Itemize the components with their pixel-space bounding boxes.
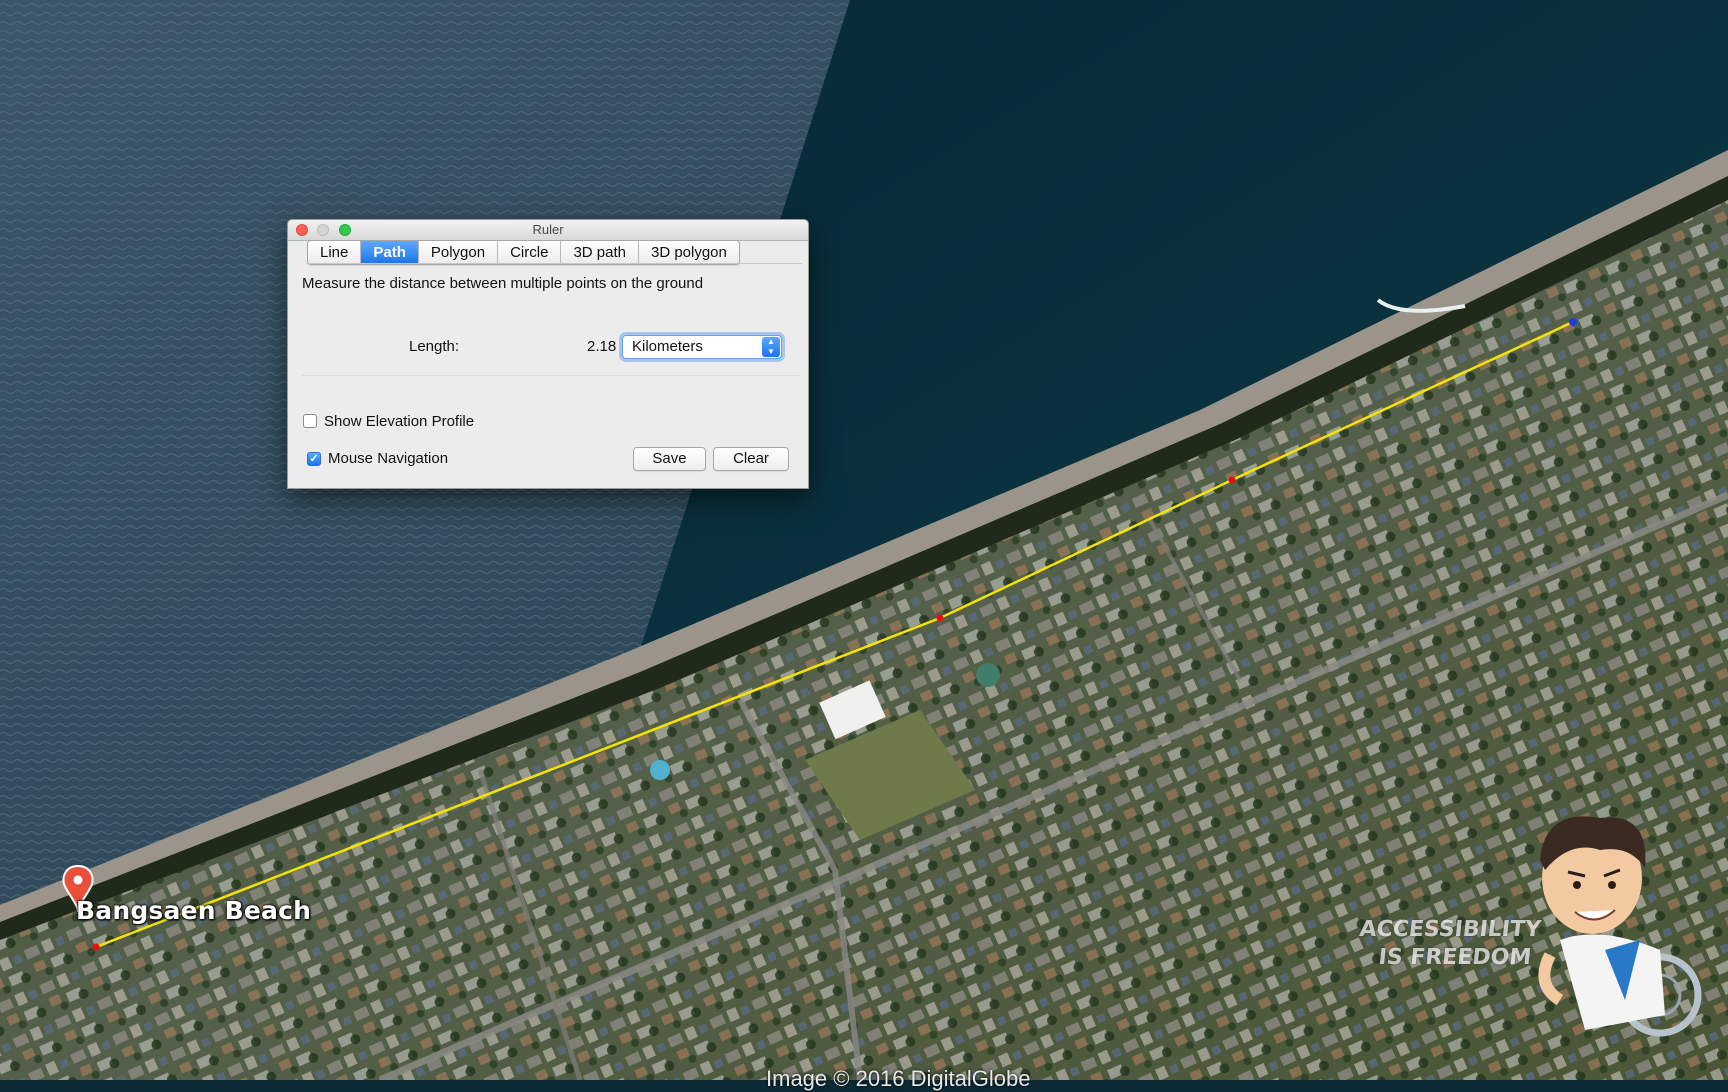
imagery-credit: Image © 2016 DigitalGlobe — [766, 1066, 1031, 1091]
tab-polygon[interactable]: Polygon — [419, 241, 499, 264]
tab-3d-path[interactable]: 3D path — [561, 241, 639, 264]
window-titlebar[interactable]: Ruler — [288, 220, 808, 241]
zoom-window-icon[interactable] — [339, 224, 351, 236]
panel-divider — [302, 375, 800, 376]
tab-3d-polygon[interactable]: 3D polygon — [639, 241, 739, 264]
watermark-text: ACCESSIBILITY IS FREEDOM — [1355, 916, 1542, 972]
minimize-window-icon — [317, 224, 329, 236]
watermark-line-2: IS FREEDOM — [1377, 945, 1533, 970]
ruler-window: Ruler Line Path Polygon Circle 3D path 3… — [287, 219, 809, 489]
path-vertex[interactable] — [936, 614, 944, 622]
placemark-label[interactable]: Bangsaen Beach — [76, 896, 311, 925]
length-label: Length: — [409, 338, 460, 355]
tab-divider — [306, 263, 802, 264]
close-window-icon[interactable] — [296, 224, 308, 236]
path-vertex[interactable] — [1228, 476, 1236, 484]
clear-button[interactable]: Clear — [713, 447, 789, 471]
watermark-line-1: ACCESSIBILITY — [1358, 917, 1543, 942]
show-elevation-label[interactable]: Show Elevation Profile — [324, 413, 474, 430]
tab-path[interactable]: Path — [361, 241, 419, 264]
select-stepper-icon[interactable]: ▲ ▼ — [762, 337, 780, 357]
tab-circle[interactable]: Circle — [498, 241, 562, 264]
window-title: Ruler — [532, 222, 564, 237]
length-value: 2.18 — [587, 338, 617, 355]
mouse-navigation-checkbox[interactable]: ✓ — [307, 452, 321, 466]
measure-mode-tabs: Line Path Polygon Circle 3D path 3D poly… — [307, 240, 740, 265]
tab-line[interactable]: Line — [308, 241, 362, 264]
mode-description: Measure the distance between multiple po… — [302, 275, 704, 292]
path-vertex[interactable] — [92, 943, 100, 951]
show-elevation-checkbox[interactable] — [303, 414, 317, 428]
save-button[interactable]: Save — [633, 447, 706, 471]
unit-select[interactable]: Kilometers ▲ ▼ — [622, 335, 782, 359]
mouse-navigation-label[interactable]: Mouse Navigation — [328, 450, 448, 467]
path-end-vertex[interactable] — [1569, 318, 1577, 326]
unit-select-value: Kilometers — [632, 338, 703, 355]
